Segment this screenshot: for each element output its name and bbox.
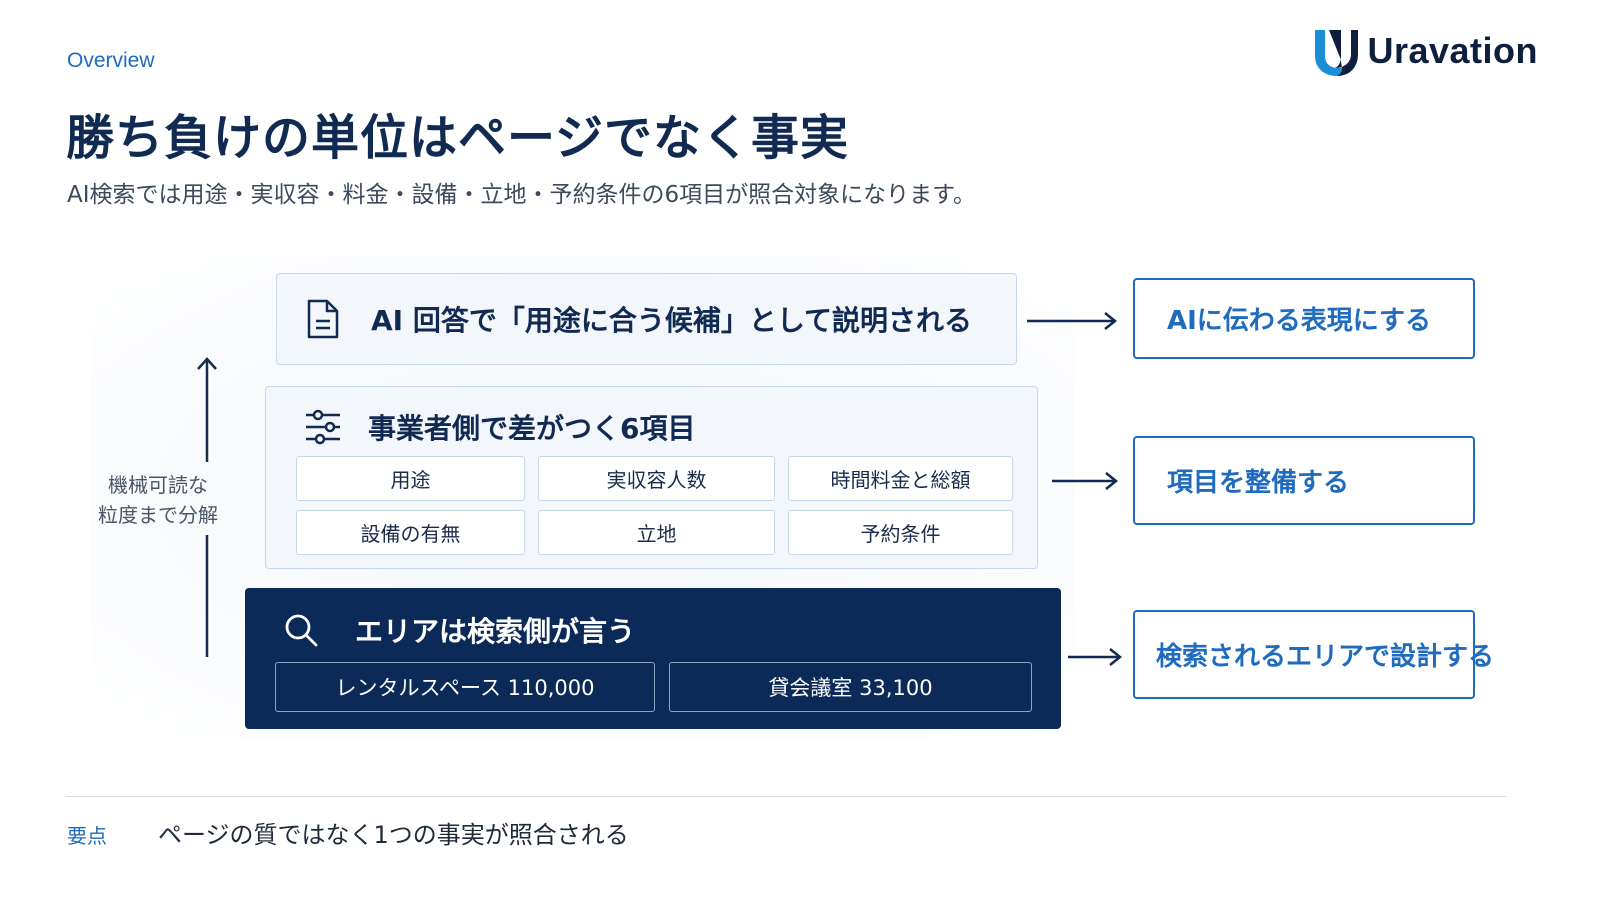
right-arrow-icon <box>1027 312 1118 330</box>
search-area-layer: エリアは検索側が言う レンタルスペース 110,000 貸会議室 33,100 <box>245 588 1061 729</box>
section-eyebrow: Overview <box>67 49 155 72</box>
item-chip-location: 立地 <box>538 510 775 555</box>
six-items-label: 事業者側で差がつく6項目 <box>368 412 696 445</box>
outcome-design-by-area: 検索されるエリアで設計する <box>1133 610 1494 699</box>
brand-logo: Uravation <box>1311 26 1538 76</box>
item-chip-capacity: 実収容人数 <box>538 456 775 501</box>
search-area-label: エリアは検索側が言う <box>355 615 636 648</box>
item-chip-equipment: 設備の有無 <box>296 510 525 555</box>
search-area-header: エリアは検索側が言う <box>283 610 635 650</box>
document-icon <box>307 299 339 339</box>
key-point-text: ページの質ではなく1つの事実が照合される <box>158 821 629 849</box>
right-arrow-icon <box>1052 472 1119 490</box>
key-point-label: 要点 <box>67 824 107 848</box>
keyword-chip-meeting-room: 貸会議室 33,100 <box>669 662 1032 712</box>
logo-wordmark: Uravation <box>1367 30 1538 71</box>
six-items-layer: 事業者側で差がつく6項目 用途 実収容人数 時間料金と総額 設備の有無 立地 予… <box>265 386 1038 569</box>
outcome-organize-items: 項目を整備する <box>1133 436 1475 525</box>
outcome-ai-expression: AIに伝わる表現にする <box>1133 278 1475 359</box>
page-subtitle: AI検索では用途・実収容・料金・設備・立地・予約条件の6項目が照合対象になります… <box>67 182 976 208</box>
keyword-chip-rental-space: レンタルスペース 110,000 <box>275 662 655 712</box>
right-arrow-icon <box>1068 648 1123 666</box>
ai-answer-label: AI 回答で「用途に合う候補」として説明される <box>371 304 972 337</box>
axis-label-line-1: 機械可読な <box>108 473 208 497</box>
sliders-icon <box>306 409 340 445</box>
uravation-logo-icon <box>1315 30 1359 76</box>
item-chip-usage: 用途 <box>296 456 525 501</box>
granularity-axis-label: 機械可読な 粒度まで分解 <box>88 470 228 530</box>
item-chip-pricing: 時間料金と総額 <box>788 456 1013 501</box>
page-title: 勝ち負けの単位はページでなく事実 <box>66 110 850 166</box>
search-icon <box>285 614 318 647</box>
item-chip-booking: 予約条件 <box>788 510 1013 555</box>
six-items-header: 事業者側で差がつく6項目 <box>304 407 695 447</box>
footer-divider <box>66 796 1506 797</box>
ai-answer-layer: AI 回答で「用途に合う候補」として説明される <box>276 273 1017 365</box>
axis-label-line-2: 粒度まで分解 <box>98 503 218 527</box>
